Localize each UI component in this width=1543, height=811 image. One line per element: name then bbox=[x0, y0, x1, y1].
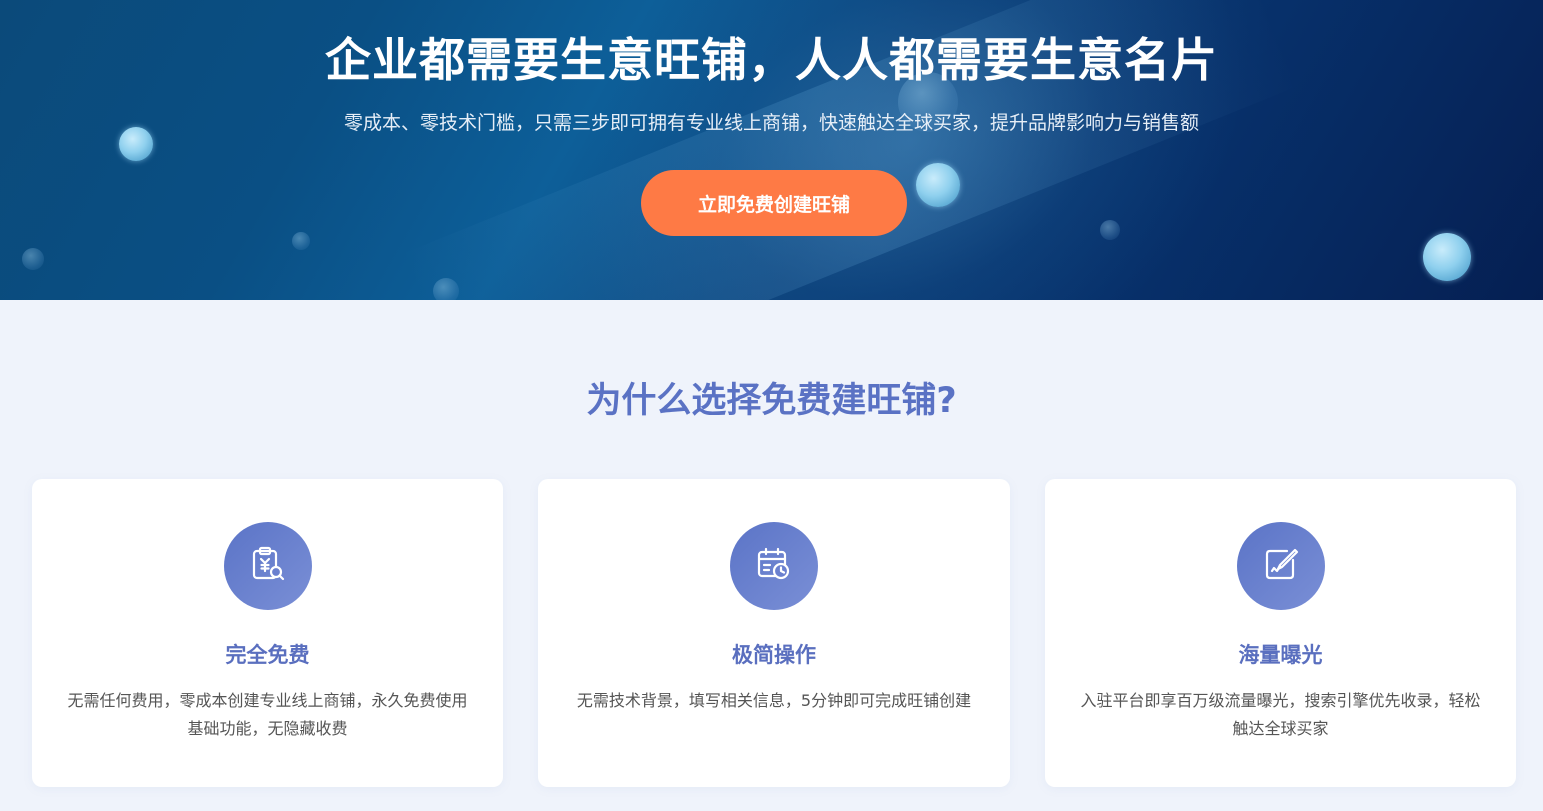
feature-card-description: 无需任何费用，零成本创建专业线上商铺，永久免费使用基础功能，无隐藏收费 bbox=[67, 691, 468, 738]
decorative-bubble bbox=[433, 278, 459, 300]
feature-card-title: 完全免费 bbox=[225, 643, 310, 667]
clipboard-yen-search-icon bbox=[248, 544, 288, 588]
decorative-bubble bbox=[916, 163, 960, 207]
feature-card-exposure: 海量曝光 入驻平台即享百万级流量曝光，搜索引擎优先收录，轻松触达全球买家 bbox=[1045, 479, 1516, 787]
decorative-bubble bbox=[22, 248, 44, 270]
hero-banner: 企业都需要生意旺铺，人人都需要生意名片 零成本、零技术门槛，只需三步即可拥有专业… bbox=[0, 0, 1543, 300]
feature-card-description: 无需技术背景，填写相关信息，5分钟即可完成旺铺创建 bbox=[576, 691, 972, 710]
hero-subtitle: 零成本、零技术门槛，只需三步即可拥有专业线上商铺，快速触达全球买家，提升品牌影响… bbox=[343, 112, 1199, 134]
feature-icon-badge bbox=[730, 522, 818, 610]
feature-card-description: 入驻平台即享百万级流量曝光，搜索引擎优先收录，轻松触达全球买家 bbox=[1080, 691, 1481, 738]
feature-card-free: 完全免费 无需任何费用，零成本创建专业线上商铺，永久免费使用基础功能，无隐藏收费 bbox=[32, 479, 503, 787]
feature-card-title: 极简操作 bbox=[732, 643, 816, 667]
feature-card-title: 海量曝光 bbox=[1238, 643, 1323, 667]
edit-document-icon bbox=[1261, 544, 1301, 588]
feature-icon-badge bbox=[224, 522, 312, 610]
hero-title: 企业都需要生意旺铺，人人都需要生意名片 bbox=[325, 33, 1218, 87]
decorative-bubble bbox=[1423, 233, 1471, 281]
decorative-bubble bbox=[1100, 220, 1120, 240]
create-shop-button[interactable]: 立即免费创建旺铺 bbox=[641, 170, 907, 236]
decorative-bubble bbox=[292, 232, 310, 250]
features-title: 为什么选择免费建旺铺? bbox=[586, 381, 957, 421]
calendar-clock-icon bbox=[754, 544, 794, 588]
feature-card-simple: 极简操作 无需技术背景，填写相关信息，5分钟即可完成旺铺创建 bbox=[538, 479, 1010, 787]
feature-icon-badge bbox=[1237, 522, 1325, 610]
